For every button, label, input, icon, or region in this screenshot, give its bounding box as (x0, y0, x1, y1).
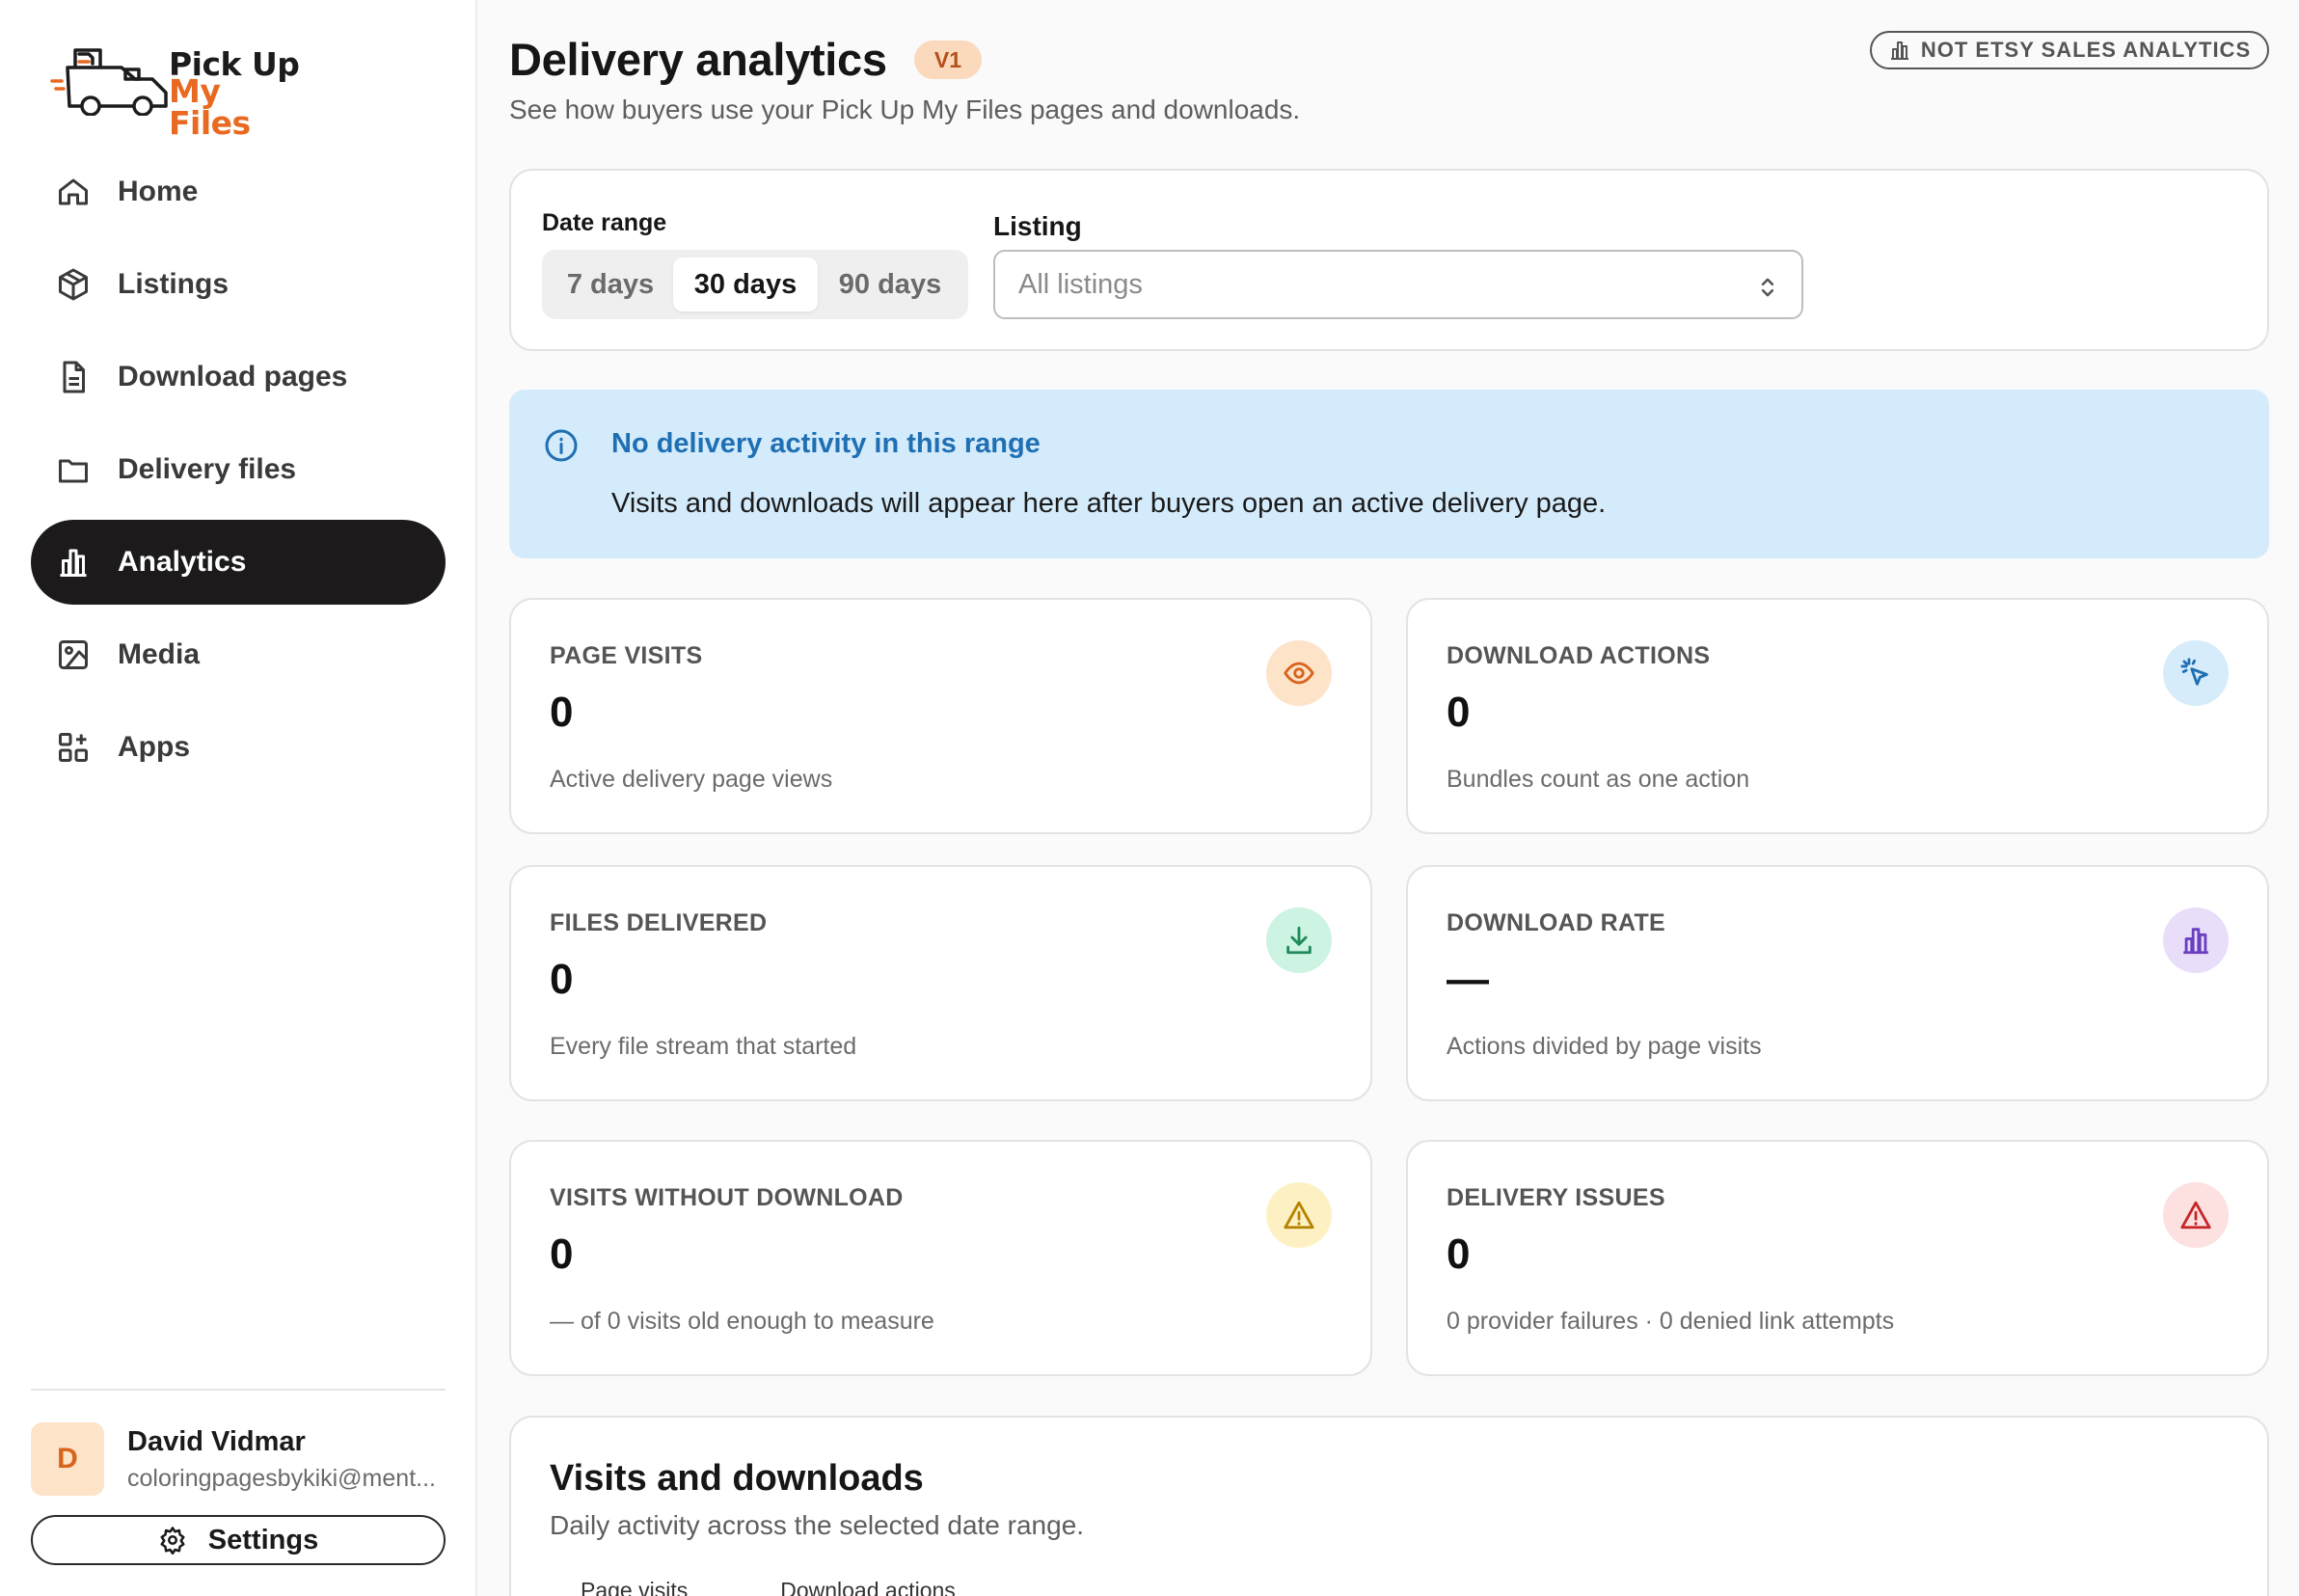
sidebar-item-download-pages[interactable]: Download pages (31, 335, 446, 419)
empty-state-notice: No delivery activity in this range Visit… (509, 390, 2269, 558)
main-content: Delivery analytics V1 See how buyers use… (477, 0, 2299, 1596)
stat-icon-badge (2163, 907, 2229, 973)
stat-label: DOWNLOAD ACTIONS (1447, 642, 1711, 669)
eye-icon (1284, 662, 1314, 685)
stat-card-files-delivered: FILES DELIVERED 0 Every file stream that… (509, 865, 1372, 1101)
stat-icon-badge (1266, 907, 1332, 973)
folder-icon (59, 459, 88, 483)
user-name: David Vidmar (127, 1426, 306, 1457)
settings-label: Settings (207, 1524, 319, 1555)
settings-button[interactable]: Settings (31, 1515, 446, 1565)
sidebar-divider (31, 1389, 446, 1391)
stat-description: 0 provider failures · 0 denied link atte… (1447, 1308, 1895, 1335)
avatar: D (31, 1422, 104, 1496)
visits-downloads-chart-card: Visits and downloads Daily activity acro… (509, 1416, 2269, 1596)
chart-section-subtitle: Daily activity across the selected date … (550, 1510, 1085, 1540)
home-icon (59, 178, 88, 205)
sidebar-item-media[interactable]: Media (31, 612, 446, 697)
app-logo[interactable]: Pick Up My Files (50, 39, 311, 139)
legend-download-actions[interactable]: Download actions (749, 1578, 956, 1596)
listing-label: Listing (993, 211, 1082, 241)
stat-description: Every file stream that started (550, 1033, 857, 1060)
stat-card-download-actions: DOWNLOAD ACTIONS 0 Bundles count as one … (1406, 598, 2269, 834)
chart-section-title: Visits and downloads (550, 1458, 924, 1499)
date-range-30-days[interactable]: 30 days (673, 257, 818, 311)
document-icon (63, 361, 85, 393)
filter-card: Date range 7 days 30 days 90 days Listin… (509, 169, 2269, 351)
date-range-90-days[interactable]: 90 days (827, 257, 953, 311)
cursor-click-icon (2180, 658, 2208, 686)
sidebar-item-label: Download pages (118, 361, 348, 392)
etsy-pill-label: NOT ETSY SALES ANALYTICS (1920, 38, 2252, 62)
download-icon (1286, 926, 1312, 955)
listing-select-value: All listings (1018, 268, 1143, 300)
stat-label: DOWNLOAD RATE (1447, 909, 1666, 936)
stat-value: 0 (550, 689, 574, 736)
sidebar: Pick Up My Files Home Listings Download … (0, 0, 477, 1596)
date-range-label: Date range (542, 209, 667, 236)
logo-text-secondary: My Files (169, 72, 251, 142)
page-title: Delivery analytics (509, 34, 887, 85)
sidebar-item-label: Home (118, 176, 199, 207)
stat-value: 0 (550, 956, 574, 1003)
sidebar-item-label: Delivery files (118, 453, 297, 485)
stat-description: Actions divided by page visits (1447, 1033, 1762, 1060)
notice-title: No delivery activity in this range (611, 428, 1041, 459)
box-icon (59, 268, 88, 301)
user-profile[interactable]: D David Vidmar coloringpagesbykiki@ment.… (31, 1422, 455, 1496)
version-badge: V1 (914, 41, 982, 79)
stat-value: 0 (1447, 1231, 1471, 1278)
gear-icon (160, 1527, 185, 1555)
chevron-up-down-icon (1761, 278, 1774, 297)
info-icon (545, 429, 578, 462)
sidebar-nav: Home Listings Download pages Delivery fi… (31, 149, 446, 798)
user-email: coloringpagesbykiki@ment... (127, 1465, 436, 1492)
bar-chart-icon (2183, 928, 2208, 955)
page-subtitle: See how buyers use your Pick Up My Files… (509, 95, 1301, 124)
sidebar-item-analytics[interactable]: Analytics (31, 520, 446, 605)
stat-label: DELIVERY ISSUES (1447, 1184, 1665, 1211)
sidebar-item-label: Listings (118, 268, 230, 300)
date-range-7-days[interactable]: 7 days (557, 257, 663, 311)
date-range-segmented-control: 7 days 30 days 90 days (542, 250, 968, 319)
sidebar-item-home[interactable]: Home (31, 149, 446, 234)
stat-card-page-visits: PAGE VISITS 0 Active delivery page views (509, 598, 1372, 834)
stat-value: 0 (1447, 689, 1471, 736)
legend-page-visits[interactable]: Page visits (550, 1578, 688, 1596)
stat-icon-badge (1266, 640, 1332, 706)
not-etsy-analytics-pill: NOT ETSY SALES ANALYTICS (1870, 31, 2269, 69)
image-icon (59, 640, 88, 669)
stat-description: Bundles count as one action (1447, 766, 1750, 793)
stat-label: PAGE VISITS (550, 642, 703, 669)
truck-logo-icon (50, 48, 168, 116)
sidebar-item-label: Media (118, 638, 201, 670)
stat-label: VISITS WITHOUT DOWNLOAD (550, 1184, 904, 1211)
stat-icon-badge (1266, 1182, 1332, 1248)
sidebar-item-delivery-files[interactable]: Delivery files (31, 427, 446, 512)
alert-triangle-icon (2180, 1201, 2211, 1230)
stat-label: FILES DELIVERED (550, 909, 768, 936)
notice-body: Visits and downloads will appear here af… (611, 488, 1607, 519)
stat-card-visits-without-download: VISITS WITHOUT DOWNLOAD 0 — of 0 visits … (509, 1140, 1372, 1376)
sidebar-item-label: Analytics (118, 546, 247, 578)
stat-card-download-rate: DOWNLOAD RATE — Actions divided by page … (1406, 865, 2269, 1101)
apps-grid-icon (59, 733, 88, 762)
sidebar-item-label: Apps (118, 731, 190, 763)
stat-value: — (1447, 956, 1489, 1003)
bar-chart-icon (1890, 41, 1908, 60)
sidebar-item-apps[interactable]: Apps (31, 705, 446, 790)
stat-value: 0 (550, 1231, 574, 1278)
stat-card-delivery-issues: DELIVERY ISSUES 0 0 provider failures · … (1406, 1140, 2269, 1376)
bar-chart-icon (60, 549, 87, 577)
warning-icon (1284, 1201, 1314, 1230)
listing-select[interactable]: All listings (993, 250, 1803, 319)
stat-icon-badge (2163, 640, 2229, 706)
sidebar-item-listings[interactable]: Listings (31, 242, 446, 327)
chart-legend: Page visits Download actions (550, 1578, 956, 1596)
stat-icon-badge (2163, 1182, 2229, 1248)
stat-description: — of 0 visits old enough to measure (550, 1308, 934, 1335)
stat-description: Active delivery page views (550, 766, 833, 793)
